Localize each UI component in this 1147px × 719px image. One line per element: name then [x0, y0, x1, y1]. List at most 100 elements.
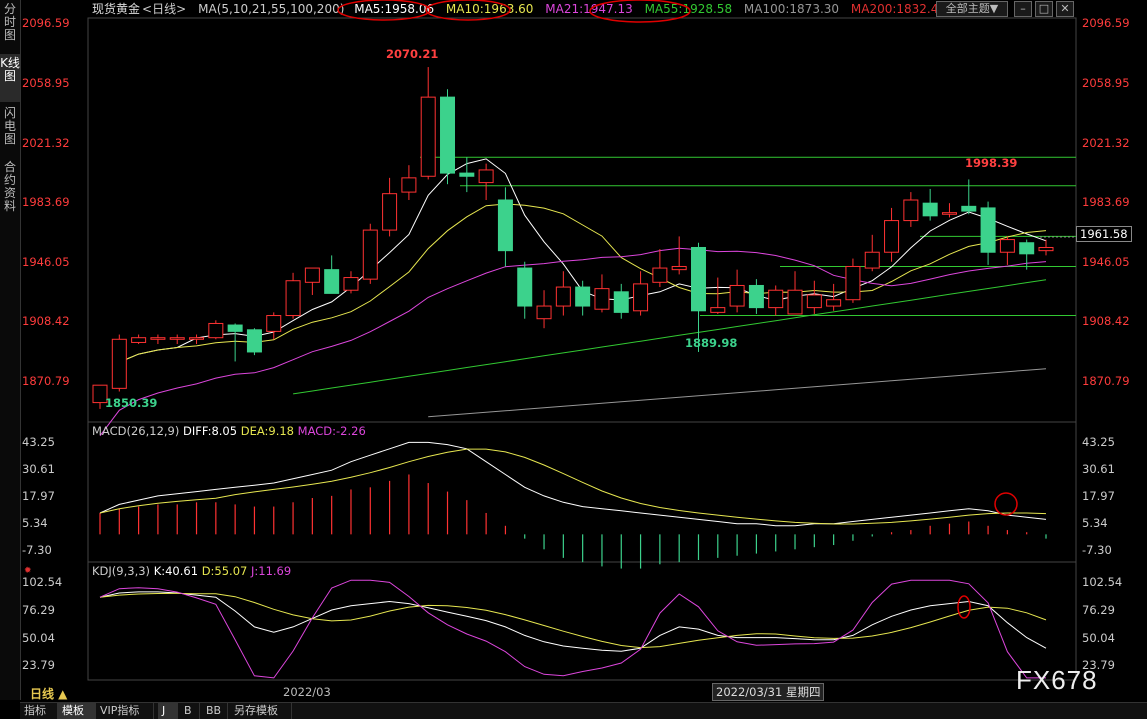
candle-up [941, 212, 957, 215]
price-tick-left: 2021.32 [22, 135, 70, 150]
kdj-tick-right: 76.29 [1082, 602, 1115, 617]
macd-tick-right: -7.30 [1082, 542, 1112, 557]
tab-b[interactable]: B [180, 703, 200, 719]
macd-tick-right: 43.25 [1082, 434, 1115, 449]
recent-high-label: 1998.39 [965, 156, 1018, 170]
time-axis-month: 2022/03 [283, 685, 331, 699]
price-tick-left: 1908.42 [22, 314, 70, 329]
price-tick-right: 1983.69 [1082, 195, 1130, 210]
macd-dea: DEA:9.18 [240, 424, 295, 438]
price-tick-left: 2096.59 [22, 16, 70, 31]
kdj-title-row: KDJ(9,3,3) K:40.61 D:55.07 J:11.69 [92, 564, 291, 578]
ma55-line [293, 279, 1047, 395]
macd-title[interactable]: MACD(26,12,9) [92, 424, 179, 438]
candle-up [826, 299, 842, 307]
candle-up [401, 177, 417, 193]
candle-up [382, 193, 398, 231]
kdj-cross-oval [957, 595, 971, 619]
kdj-d-line [99, 592, 1047, 649]
price-tick-left: 1946.05 [22, 254, 70, 269]
macd-tick-right: 5.34 [1082, 515, 1108, 530]
candle-up [671, 265, 687, 271]
candle-down [748, 284, 764, 309]
price-tick-left: 1983.69 [22, 195, 70, 210]
candle-down [922, 202, 938, 217]
candle-down [1019, 242, 1035, 255]
macd-diff-line [99, 441, 1047, 527]
candle-up [343, 277, 359, 291]
kdj-tick-right: 50.04 [1082, 630, 1115, 645]
highlight-oval [337, 0, 431, 21]
candle-up [131, 337, 147, 343]
kdj-title[interactable]: KDJ(9,3,3) [92, 564, 150, 578]
candle-down [613, 291, 629, 313]
high-price-label: 2070.21 [386, 47, 439, 61]
macd-diff: DIFF:8.05 [183, 424, 238, 438]
candle-up [768, 289, 784, 309]
candle-up [555, 286, 571, 307]
candle-down [690, 246, 706, 312]
candle-up [652, 267, 668, 283]
kdj-tick-left: 23.79 [22, 658, 55, 673]
candle-up [304, 267, 320, 283]
watermark-logo: FX678 [1016, 665, 1098, 695]
candle-up [903, 199, 919, 222]
period-switch-button[interactable]: 日线 ▲ [30, 685, 67, 702]
tab-indicators[interactable]: 指标 [20, 703, 58, 719]
candle-down [459, 172, 475, 177]
kdj-tick-left: 102.54 [22, 574, 63, 589]
candle-down [246, 329, 262, 353]
candle-up [633, 283, 649, 312]
candle-up [285, 280, 301, 317]
kline-chart-canvas[interactable] [0, 0, 1147, 718]
macd-value: MACD:-2.26 [297, 424, 366, 438]
candle-up [208, 322, 224, 339]
kdj-panel [99, 579, 1047, 679]
candle-down [227, 324, 243, 332]
candle-up [150, 337, 166, 340]
candle-down [517, 267, 533, 307]
candle-up [864, 251, 880, 269]
kdj-k: K:40.61 [153, 564, 199, 578]
low-price-label-mid: 1889.98 [685, 336, 738, 350]
macd-title-row: MACD(26,12,9) DIFF:8.05 DEA:9.18 MACD:-2… [92, 424, 366, 438]
candle-up [420, 96, 436, 177]
candle-up [111, 338, 127, 389]
price-tick-left: 2058.95 [22, 75, 70, 90]
time-cursor-label: 2022/03/31 星期四 [712, 683, 825, 701]
kdj-j: J:11.69 [251, 564, 292, 578]
tab-templates[interactable]: 模板 [58, 703, 96, 719]
candle-down [497, 199, 513, 252]
candle-up [362, 229, 378, 280]
price-tick-right: 1870.79 [1082, 373, 1130, 388]
candle-up [710, 307, 726, 313]
price-tick-left: 1870.79 [22, 373, 70, 388]
candle-up [594, 288, 610, 310]
candle-down [575, 286, 591, 307]
macd-tick-left: -7.30 [22, 542, 52, 557]
ma100-line [428, 368, 1047, 418]
candle-up [536, 305, 552, 320]
macd-panel [99, 441, 1047, 569]
candle-up [266, 315, 282, 332]
low-price-label-left: 1850.39 [105, 396, 158, 410]
macd-tick-right: 17.97 [1082, 488, 1115, 503]
candle-up [884, 220, 900, 253]
kdj-d: D:55.07 [201, 564, 248, 578]
candle-up [169, 337, 185, 340]
macd-cross-circle [994, 492, 1018, 516]
tab-vip-indicators[interactable]: VIP指标 [96, 703, 154, 719]
candle-up [189, 337, 205, 340]
tab-bb[interactable]: BB [202, 703, 228, 719]
kdj-tick-right: 102.54 [1082, 574, 1123, 589]
price-tick-right: 1946.05 [1082, 254, 1130, 269]
candle-up [845, 265, 861, 301]
kdj-tick-left: 50.04 [22, 630, 55, 645]
macd-tick-left: 30.61 [22, 461, 55, 476]
price-tick-right: 1908.42 [1082, 314, 1130, 329]
tab-save-template[interactable]: 另存模板 [230, 703, 292, 719]
macd-tick-left: 5.34 [22, 515, 48, 530]
candle-down [961, 205, 977, 212]
tab-j[interactable]: J [158, 703, 178, 719]
highlight-oval [589, 0, 691, 23]
